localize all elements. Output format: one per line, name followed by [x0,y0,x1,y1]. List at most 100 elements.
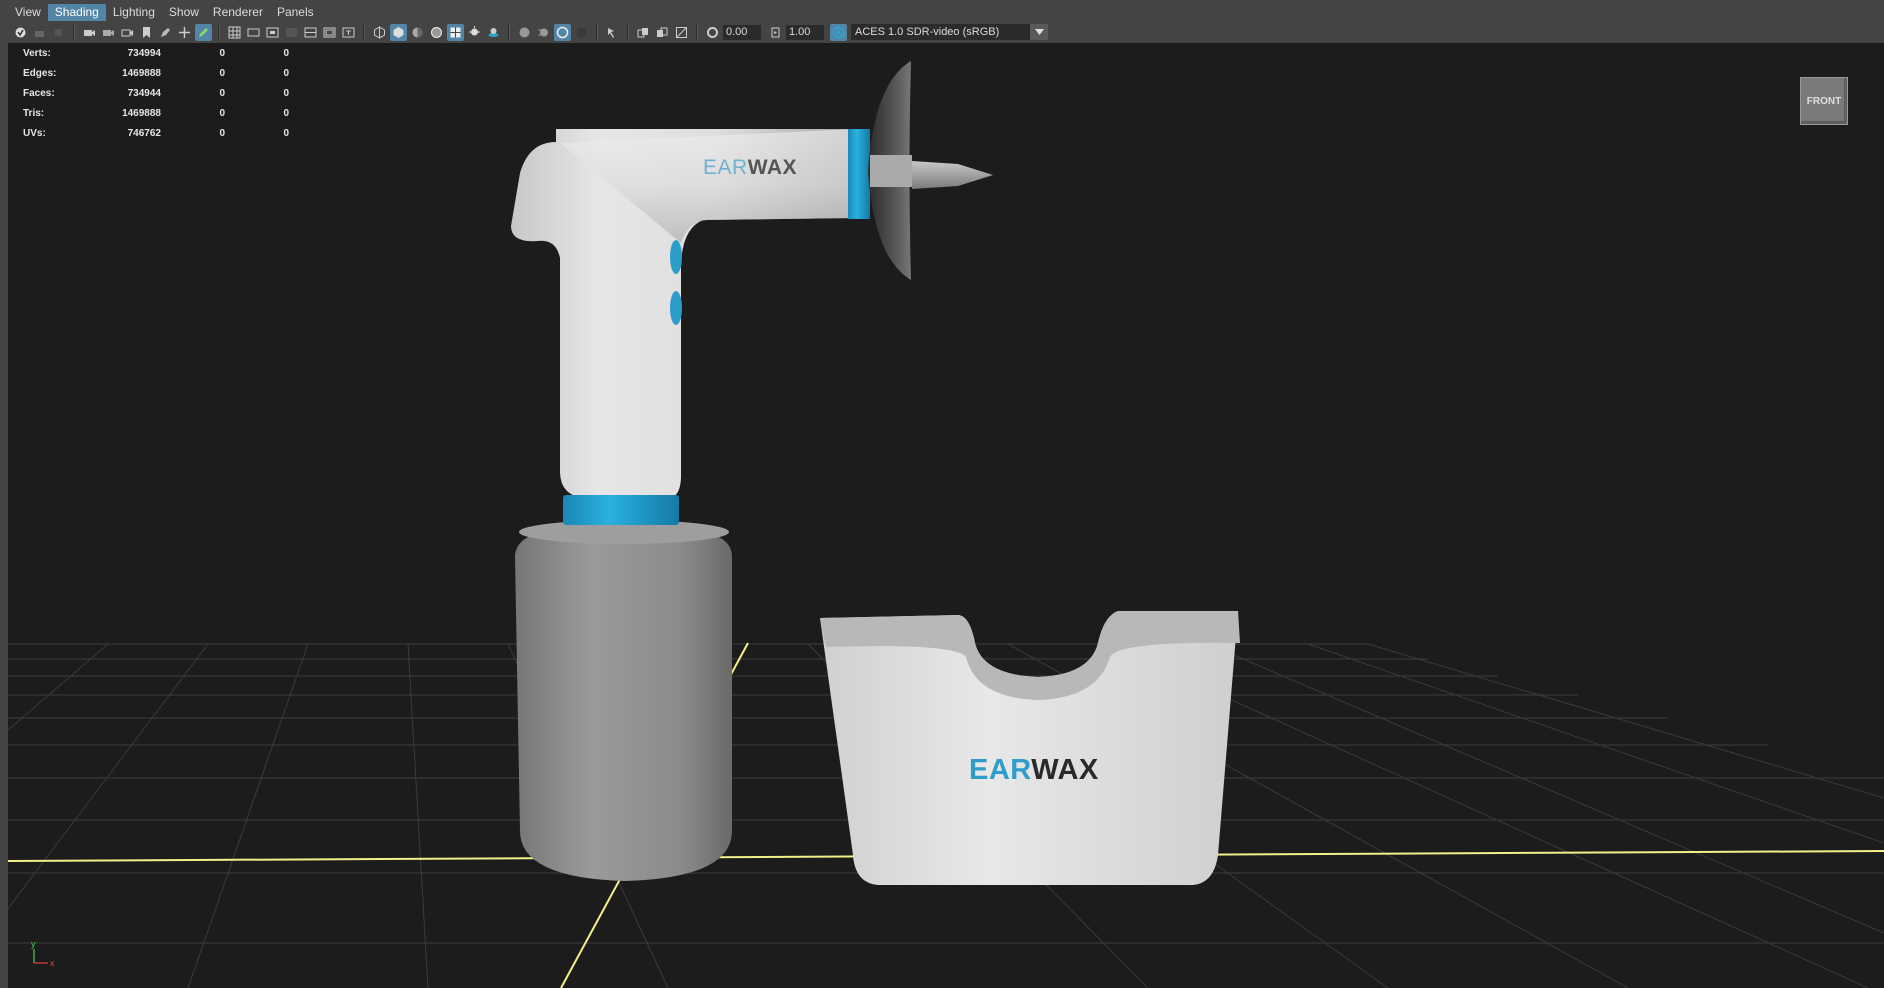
multisample-aa-icon[interactable] [554,23,571,41]
blue-grip-ring [563,495,679,525]
motion-blur-icon[interactable] [535,24,552,41]
gun-logo-wax: WAX [747,156,798,179]
transform-icon[interactable] [176,24,193,41]
gate-mask-icon[interactable] [283,24,300,41]
hud-row-uvs: UVs: 746762 0 0 [23,123,289,143]
panel-toolbar: 0.00 1.00 ACES 1.0 SDR-video (sRGB) [8,21,1884,43]
toolbar-separator [596,24,598,40]
isolate-select-icon[interactable] [604,24,621,41]
hud-value: 746762 [127,127,161,139]
hud-label: Edges: [23,67,57,79]
view-cube[interactable]: FRONT [1800,77,1848,125]
scene-canvas [8,61,1884,988]
blue-barrel-ring [848,129,870,219]
hud-value: 0 [219,87,225,99]
trigger-button-bottom [670,291,682,325]
hud-value: 1469888 [122,107,161,119]
hud-value: 734994 [127,47,161,59]
hud-row-tris: Tris: 1469888 0 0 [23,103,289,123]
hud-row-faces: Faces: 734944 0 0 [23,83,289,103]
color-space-dropdown[interactable]: ACES 1.0 SDR-video (sRGB) [851,24,1048,40]
wireframe-on-shaded-icon[interactable] [428,24,445,41]
hud-label: Verts: [23,47,51,59]
hud-value: 0 [219,127,225,139]
menu-show[interactable]: Show [162,4,206,21]
cup-logo-ear: EAR [969,754,1032,786]
field-chart-icon[interactable] [302,24,319,41]
xray-components-icon[interactable] [673,24,690,41]
hud-value: 0 [219,67,225,79]
screen-space-ao-icon[interactable] [516,24,533,41]
menu-panels[interactable]: Panels [270,4,321,21]
2d-pan-zoom-icon[interactable] [119,24,136,41]
default-material-icon[interactable] [409,24,426,41]
storage-cup [820,611,1240,885]
menu-lighting[interactable]: Lighting [106,4,162,21]
use-all-lights-icon[interactable] [466,24,483,41]
axis-gizmo: y x [31,939,55,968]
3d-viewport[interactable]: EARWAX EARWAX y x persp [8,43,1884,988]
menu-shading[interactable]: Shading [47,4,106,21]
xray-joints-icon[interactable] [654,24,671,41]
toolbar-separator [218,24,220,40]
cup-logo: EARWAX [969,754,1099,787]
toolbar-separator [627,24,629,40]
trigger-button-top [670,240,682,274]
gamma-icon[interactable] [767,24,784,41]
toolbar-separator [696,24,698,40]
safe-title-icon[interactable] [340,24,357,41]
grease-pencil-icon[interactable] [157,24,174,41]
depth-of-field-icon[interactable] [573,24,590,41]
camera-attributes-icon[interactable] [81,24,98,41]
pencil-edit-icon[interactable] [195,23,212,41]
hud-value: 0 [283,107,289,119]
toolbar-separator [508,24,510,40]
exposure-field[interactable]: 0.00 [723,24,761,40]
exposure-icon[interactable] [704,24,721,41]
grid-icon[interactable] [226,24,243,41]
shadows-icon[interactable] [485,24,502,41]
charging-base [515,520,732,881]
hud-value: 0 [283,87,289,99]
hud-label: Tris: [23,107,45,119]
hud-value: 0 [283,47,289,59]
hud-value: 0 [283,127,289,139]
gun-logo: EARWAX [703,156,797,180]
hud-label: UVs: [23,127,46,139]
earwax-gun [511,61,993,525]
menu-renderer[interactable]: Renderer [206,4,270,21]
gun-logo-ear: EAR [703,156,748,179]
axis-x-label: x [50,958,55,968]
hud-label: Faces: [23,87,55,99]
film-gate-icon[interactable] [245,24,262,41]
toolbar-separator [363,24,365,40]
lock-camera-icon[interactable] [31,24,48,41]
select-camera-icon[interactable] [12,24,29,41]
poly-count-hud: Verts: 734994 0 0 Edges: 1469888 0 0 Fac… [23,43,289,143]
textured-icon[interactable] [447,23,464,41]
hud-value: 0 [219,47,225,59]
bookmark-icon[interactable] [138,24,155,41]
xray-icon[interactable] [635,24,652,41]
chevron-down-icon[interactable] [1030,24,1048,40]
axis-y-label: y [31,939,36,949]
smooth-shade-icon[interactable] [390,23,407,41]
nozzle-tip [912,161,993,189]
hud-row-edges: Edges: 1469888 0 0 [23,63,289,83]
camera-bookmarks-icon[interactable] [100,24,117,41]
hud-value: 734944 [127,87,161,99]
color-space-value: ACES 1.0 SDR-video (sRGB) [855,26,1000,38]
hud-value: 0 [219,107,225,119]
safe-action-icon[interactable] [321,24,338,41]
resolution-gate-icon[interactable] [264,24,281,41]
panel-menubar: View Shading Lighting Show Renderer Pane… [8,4,1884,21]
hud-value: 1469888 [122,67,161,79]
hud-value: 0 [283,67,289,79]
menu-view[interactable]: View [8,4,48,21]
hud-row-verts: Verts: 734994 0 0 [23,43,289,63]
color-management-icon[interactable] [830,23,847,41]
gamma-field[interactable]: 1.00 [786,24,824,40]
wireframe-icon[interactable] [371,24,388,41]
toolbar-separator [73,24,75,40]
bookmark-camera-icon[interactable] [50,24,67,41]
